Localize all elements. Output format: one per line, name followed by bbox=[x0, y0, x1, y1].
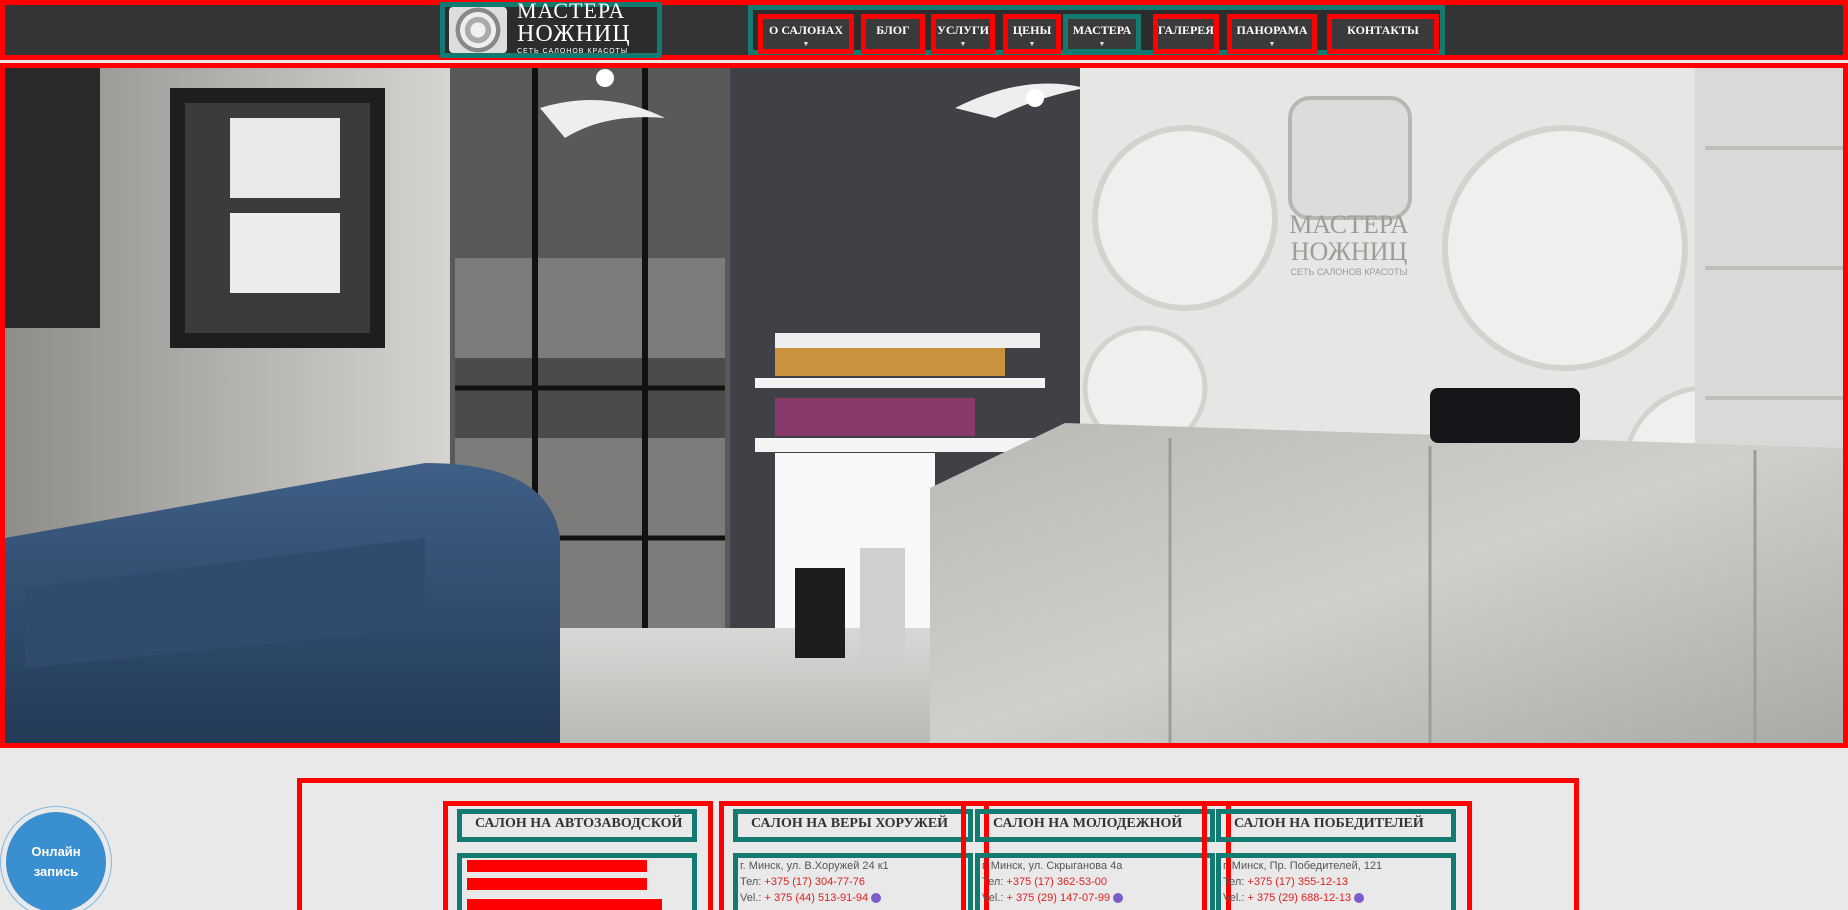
vel-label: Vel.: bbox=[982, 892, 1004, 904]
salon-vel-row: Vel.: + 375 (29) 147-07-99 bbox=[982, 890, 1210, 906]
caret-down-icon: ▼ bbox=[1028, 40, 1036, 48]
nav-label-masters: МАСТЕРА bbox=[1072, 23, 1132, 37]
nav-label-services: УСЛУГИ bbox=[937, 23, 989, 37]
salon-interior-photo: МАСТЕРА НОЖНИЦ СЕТЬ САЛОНОВ КРАСОТЫ bbox=[5, 68, 1843, 743]
logo-emblem-icon bbox=[449, 7, 507, 53]
nav-label-contacts: КОНТАКТЫ bbox=[1347, 23, 1419, 37]
nav-item-panorama[interactable]: ПАНОРАМА ▼ bbox=[1227, 14, 1317, 54]
salon-card-very-khoruzhey: САЛОН НА ВЕРЫ ХОРУЖЕЙ г. Минск, ул. В.Хо… bbox=[719, 801, 989, 910]
salon-address: г. Минск, Пр. Победителей, 121 bbox=[1223, 860, 1383, 872]
vel-link[interactable]: + 375 (29) 147-07-99 bbox=[1006, 892, 1110, 904]
salon-vel-row: Vel.: + 375 (29) 688-12-13 bbox=[1223, 890, 1451, 906]
salon-address: г. Минск, ул. Скрыганова 4а bbox=[982, 860, 1123, 872]
nav-item-services[interactable]: УСЛУГИ ▼ bbox=[931, 14, 995, 54]
nav-item-gallery[interactable]: ГАЛЕРЕЯ bbox=[1153, 14, 1219, 54]
phone-label: Тел: bbox=[1223, 876, 1245, 888]
phone-link[interactable]: +375 (17) 355-12-13 bbox=[1247, 876, 1348, 888]
phone-link[interactable]: +375 (17) 362-53-00 bbox=[1006, 876, 1107, 888]
nav-label-blog: БЛОГ bbox=[876, 23, 910, 37]
salon-info: г. Минск, ул. Скрыганова 4а Тел: +375 (1… bbox=[975, 853, 1215, 910]
nav-item-prices[interactable]: ЦЕНЫ ▼ bbox=[1003, 14, 1061, 54]
nav-item-contacts[interactable]: КОНТАКТЫ bbox=[1327, 14, 1439, 54]
caret-down-icon: ▼ bbox=[959, 40, 967, 48]
vel-link[interactable]: + 375 (44) 513-91-94 bbox=[764, 892, 868, 904]
vel-link[interactable]: + 375 (29) 688-12-13 bbox=[1247, 892, 1351, 904]
booking-line-1: Онлайн bbox=[31, 844, 81, 859]
salon-info bbox=[457, 853, 697, 910]
caret-down-icon: ▼ bbox=[1098, 40, 1106, 48]
salon-phone-row: Тел: +375 (17) 362-53-00 bbox=[982, 874, 1210, 890]
wall-logo-line-1: МАСТЕРА bbox=[1289, 210, 1409, 239]
booking-line-2: запись bbox=[33, 864, 79, 879]
salon-address: г. Минск, ул. В.Хоружей 24 к1 bbox=[740, 860, 889, 872]
site-logo[interactable]: МАСТЕРА НОЖНИЦ СЕТЬ САЛОНОВ КРАСОТЫ bbox=[440, 0, 662, 58]
wall-logo-line-2: НОЖНИЦ bbox=[1291, 237, 1408, 266]
salon-info: г. Минск, Пр. Победителей, 121 Тел: +375… bbox=[1216, 853, 1456, 910]
phone-label: Тел: bbox=[982, 876, 1004, 888]
main-nav: О САЛОНАХ ▼ БЛОГ УСЛУГИ ▼ ЦЕНЫ ▼ МАСТЕРА… bbox=[748, 5, 1445, 55]
nav-label-prices: ЦЕНЫ bbox=[1012, 23, 1052, 37]
redacted-phone bbox=[467, 878, 647, 890]
online-booking-button[interactable]: Онлайн запись bbox=[0, 806, 112, 910]
vel-label: Vel.: bbox=[740, 892, 762, 904]
logo-text: МАСТЕРА НОЖНИЦ СЕТЬ САЛОНОВ КРАСОТЫ bbox=[517, 0, 631, 55]
phone-link[interactable]: +375 (17) 304-77-76 bbox=[764, 876, 865, 888]
viber-icon[interactable] bbox=[871, 893, 882, 904]
vel-label: Vel.: bbox=[1223, 892, 1245, 904]
nav-item-masters[interactable]: МАСТЕРА ▼ bbox=[1063, 14, 1141, 54]
logo-line-2: НОЖНИЦ bbox=[517, 20, 631, 47]
nav-label-about: О САЛОНАХ bbox=[768, 23, 843, 37]
nav-label-panorama: ПАНОРАМА bbox=[1236, 23, 1308, 37]
logo-line-1: МАСТЕРА bbox=[517, 0, 626, 23]
hero-image: МАСТЕРА НОЖНИЦ СЕТЬ САЛОНОВ КРАСОТЫ bbox=[0, 63, 1848, 748]
viber-icon[interactable] bbox=[1354, 893, 1365, 904]
nav-label-gallery: ГАЛЕРЕЯ bbox=[1158, 23, 1214, 37]
salon-title[interactable]: САЛОН НА ПОБЕДИТЕЛЕЙ bbox=[1216, 809, 1456, 842]
redacted-address bbox=[467, 860, 647, 872]
salon-info: г. Минск, ул. В.Хоружей 24 к1 Тел: +375 … bbox=[733, 853, 973, 910]
nav-item-blog[interactable]: БЛОГ bbox=[861, 14, 925, 54]
nav-item-about[interactable]: О САЛОНАХ ▼ bbox=[758, 14, 854, 54]
salon-card-pobediteley: САЛОН НА ПОБЕДИТЕЛЕЙ г. Минск, Пр. Побед… bbox=[1202, 801, 1472, 910]
phone-label: Тел: bbox=[740, 876, 762, 888]
page: МАСТЕРА НОЖНИЦ СЕТЬ САЛОНОВ КРАСОТЫ О СА… bbox=[0, 0, 1848, 910]
caret-down-icon: ▼ bbox=[802, 40, 810, 48]
salon-card-avtozavodskaya: САЛОН НА АВТОЗАВОДСКОЙ bbox=[443, 801, 713, 910]
redacted-vel bbox=[467, 899, 662, 910]
salon-phone-row: Тел: +375 (17) 355-12-13 bbox=[1223, 874, 1451, 890]
online-booking-inner: Онлайн запись bbox=[6, 812, 106, 910]
salon-phone-row: Тел: +375 (17) 304-77-76 bbox=[740, 874, 968, 890]
salon-title[interactable]: САЛОН НА АВТОЗАВОДСКОЙ bbox=[457, 809, 697, 842]
caret-down-icon: ▼ bbox=[1268, 40, 1276, 48]
salon-card-molodezhnaya: САЛОН НА МОЛОДЕЖНОЙ г. Минск, ул. Скрыга… bbox=[961, 801, 1231, 910]
salon-title[interactable]: САЛОН НА ВЕРЫ ХОРУЖЕЙ bbox=[733, 809, 973, 842]
salon-vel-row: Vel.: + 375 (44) 513-91-94 bbox=[740, 890, 968, 906]
viber-icon[interactable] bbox=[1113, 893, 1124, 904]
wall-logo-line-3: СЕТЬ САЛОНОВ КРАСОТЫ bbox=[1290, 267, 1407, 277]
logo-tagline: СЕТЬ САЛОНОВ КРАСОТЫ bbox=[517, 47, 629, 55]
salon-title[interactable]: САЛОН НА МОЛОДЕЖНОЙ bbox=[975, 809, 1215, 842]
